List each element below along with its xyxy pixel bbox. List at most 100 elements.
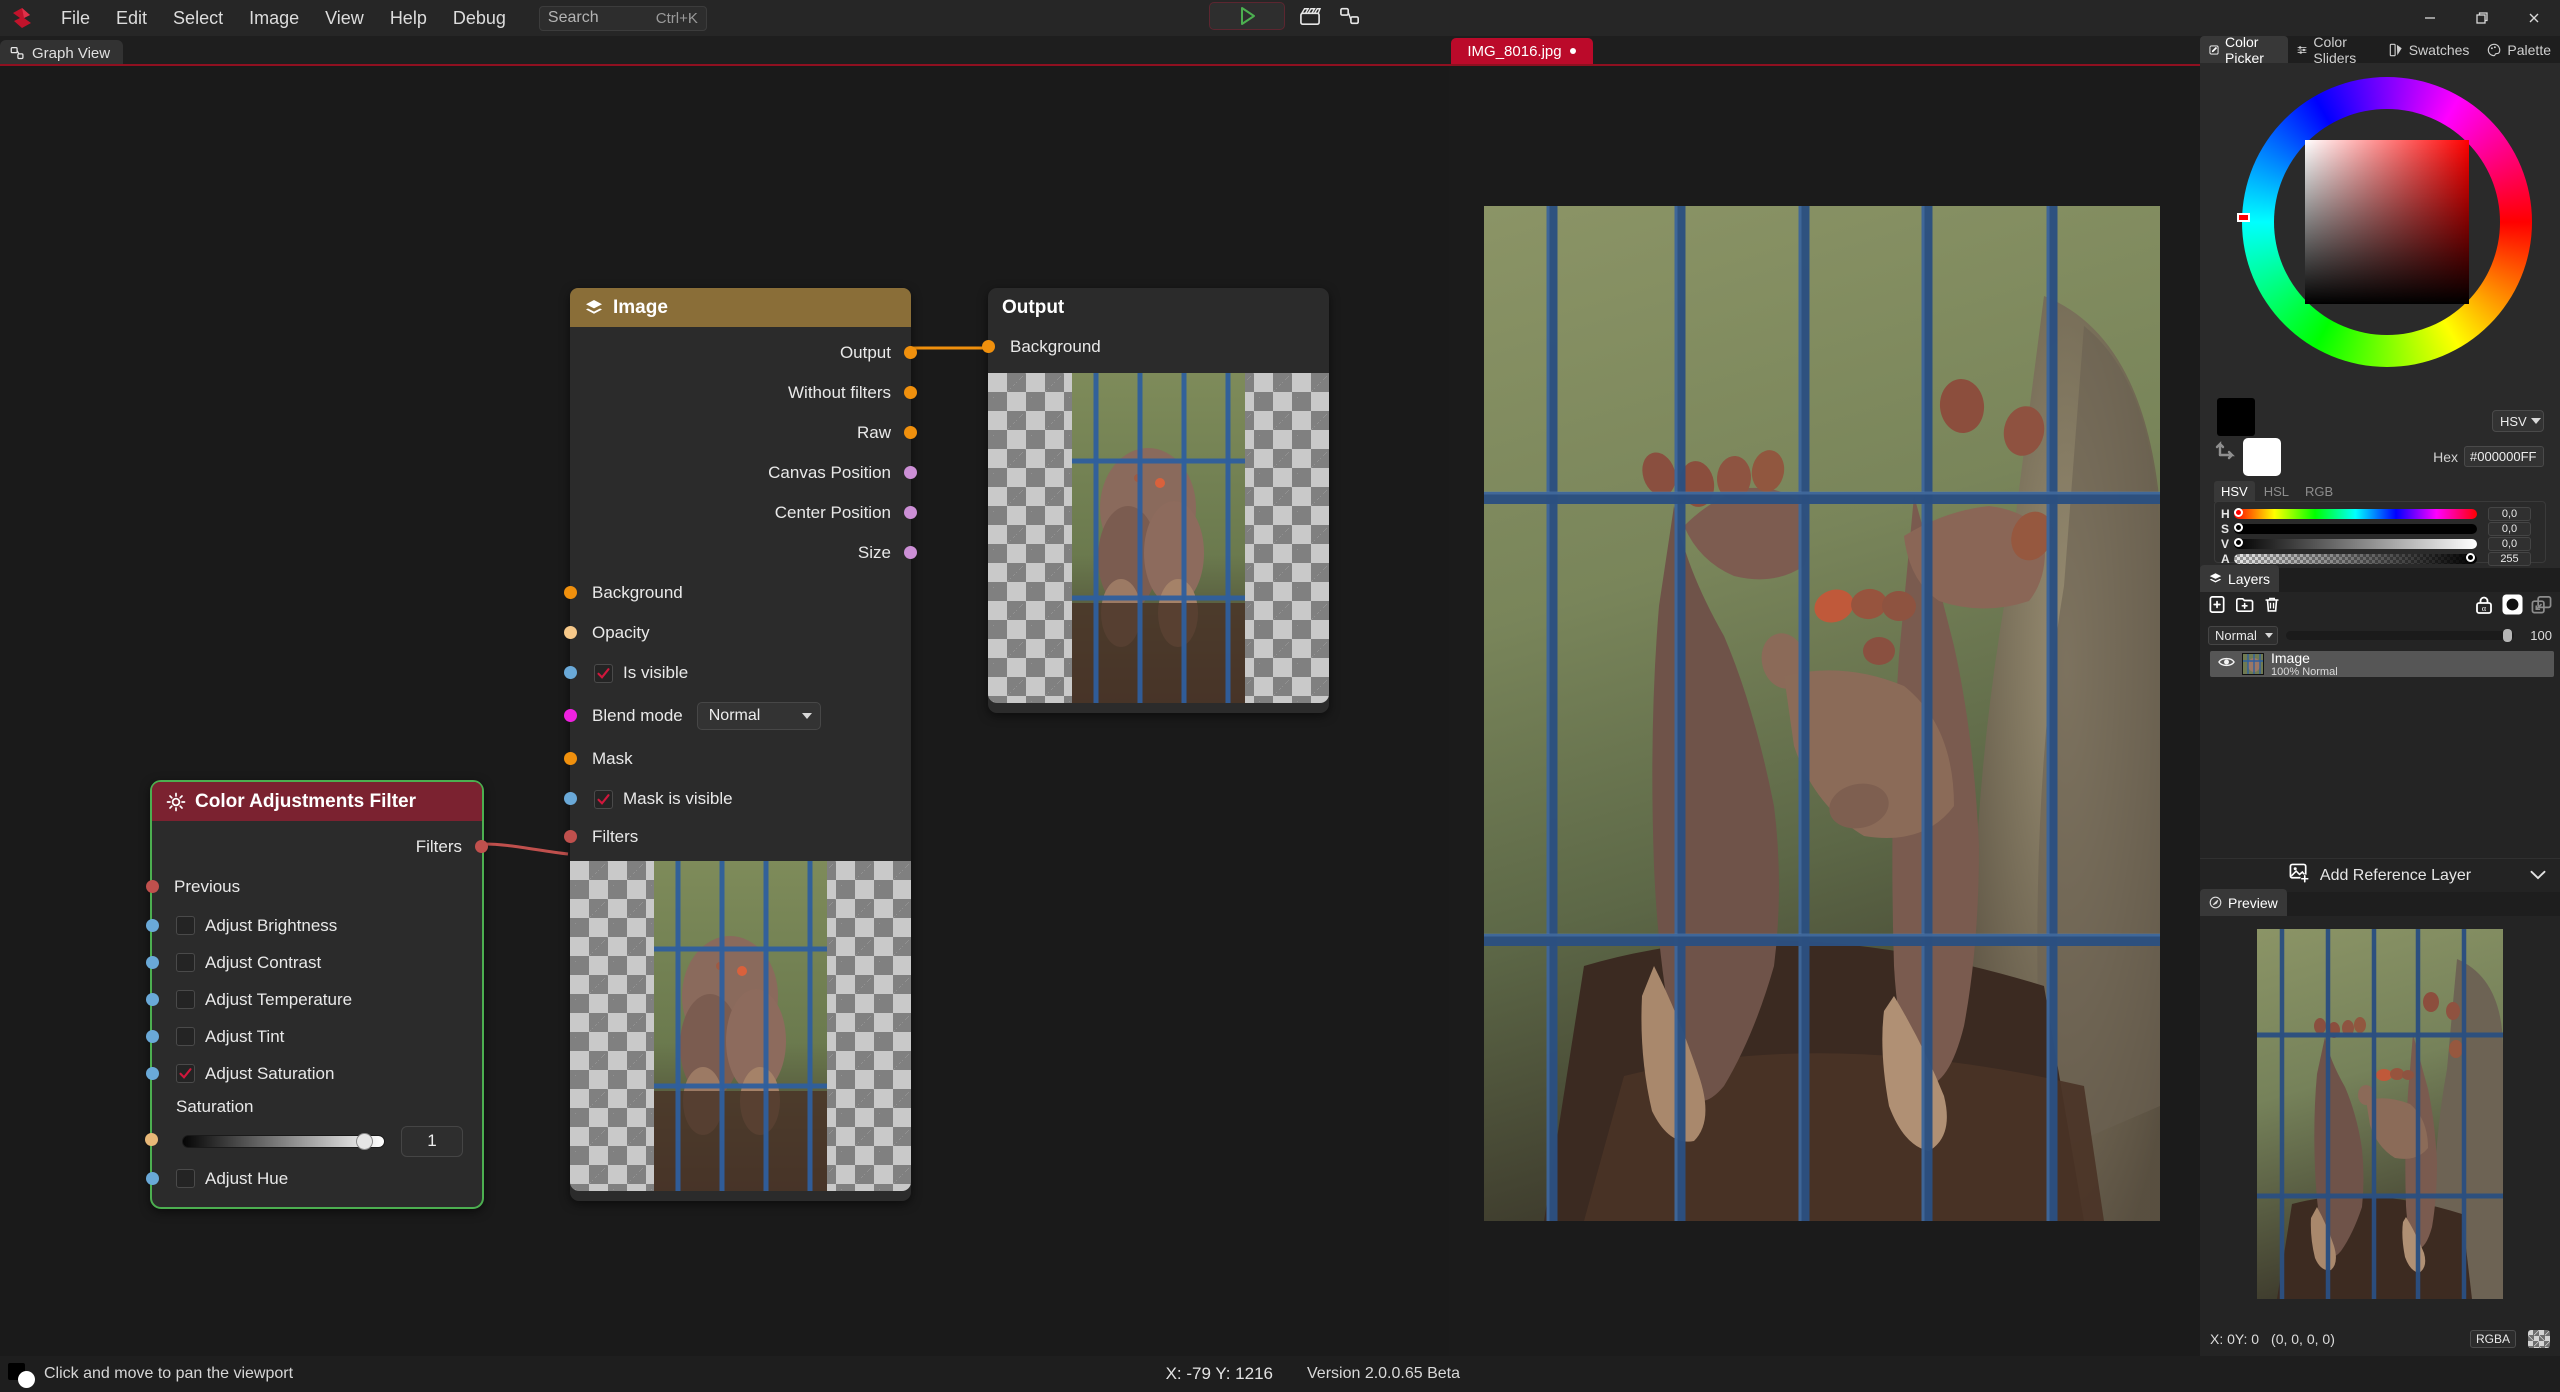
search-input[interactable]: Search Ctrl+K [538, 5, 707, 31]
status-background-swatch[interactable] [18, 1371, 35, 1388]
menu-file[interactable]: File [48, 2, 103, 35]
graph-canvas[interactable]: Color Adjustments Filter Filters Previou… [0, 66, 1449, 1356]
port-dot-canvas-position[interactable] [904, 466, 917, 479]
new-group-button[interactable] [2235, 595, 2255, 619]
tab-color-picker[interactable]: Color Picker [2200, 34, 2289, 66]
channel-row-a[interactable]: A 255 [2221, 552, 2539, 566]
checkbox-adjust-tint[interactable] [176, 1027, 195, 1046]
port-adjust-tint[interactable]: Adjust Tint [146, 1018, 482, 1055]
node-header[interactable]: Color Adjustments Filter [152, 782, 482, 821]
checkbox-adjust-temperature[interactable] [176, 990, 195, 1009]
port-dot-saturation-value[interactable] [145, 1133, 158, 1146]
port-without-filters[interactable]: Without filters [570, 373, 917, 413]
port-adjust-temperature[interactable]: Adjust Temperature [146, 981, 482, 1018]
background-color-swatch[interactable] [2243, 438, 2281, 476]
preview-colorspace[interactable]: RGBA [2469, 1330, 2516, 1348]
tab-hsv[interactable]: HSV [2214, 481, 2255, 502]
blend-mode-select[interactable]: Normal [696, 702, 821, 730]
tab-layers[interactable]: Layers [2200, 565, 2280, 592]
port-background-in[interactable]: Background [564, 573, 911, 613]
hue-slider-thumb[interactable] [2234, 508, 2243, 517]
port-filters-out[interactable]: Filters [152, 827, 488, 867]
swap-colors-icon[interactable] [2214, 435, 2240, 466]
port-adjust-contrast[interactable]: Adjust Contrast [146, 944, 482, 981]
port-dot-adjust-saturation[interactable] [146, 1067, 159, 1080]
menu-image[interactable]: Image [236, 2, 312, 35]
layer-opacity-slider[interactable] [2286, 628, 2514, 642]
port-dot-background[interactable] [564, 586, 577, 599]
add-reference-layer-bar[interactable]: Add Reference Layer [2200, 858, 2560, 892]
menu-edit[interactable]: Edit [103, 2, 160, 35]
saturation-value-input[interactable]: 1 [401, 1125, 463, 1157]
port-adjust-saturation[interactable]: Adjust Saturation [146, 1055, 482, 1092]
port-dot-output-background[interactable] [982, 340, 995, 353]
checkbox-adjust-hue[interactable] [176, 1169, 195, 1188]
port-dot-center-position[interactable] [904, 506, 917, 519]
channel-row-s[interactable]: S 0,0 [2221, 522, 2539, 536]
port-raw[interactable]: Raw [570, 413, 917, 453]
port-filters-in[interactable]: Filters [564, 819, 911, 855]
port-dot-filters-in[interactable] [564, 830, 577, 843]
node-color-adjustments-filter[interactable]: Color Adjustments Filter Filters Previou… [145, 780, 488, 1209]
port-dot-adjust-hue[interactable] [146, 1172, 159, 1185]
port-adjust-brightness[interactable]: Adjust Brightness [146, 907, 482, 944]
menu-view[interactable]: View [312, 2, 377, 35]
document-canvas-area[interactable] [1449, 66, 2200, 1356]
status-color-swatches[interactable] [0, 1356, 44, 1392]
close-button[interactable] [2508, 0, 2560, 36]
port-dot-adjust-contrast[interactable] [146, 956, 159, 969]
port-previous-in[interactable]: Previous [146, 867, 482, 907]
value-slider[interactable] [2234, 538, 2477, 549]
node-image[interactable]: Image Output Without filters Raw Canvas … [564, 288, 917, 1201]
tab-rgb[interactable]: RGB [2298, 481, 2340, 502]
layer-blend-mode-select[interactable]: Normal [2208, 625, 2278, 645]
port-dot-blend-mode[interactable] [564, 709, 577, 722]
layer-opacity-thumb[interactable] [2503, 628, 2512, 642]
channel-value-h[interactable]: 0,0 [2488, 507, 2531, 521]
port-dot-raw[interactable] [904, 426, 917, 439]
new-layer-button[interactable] [2208, 595, 2227, 619]
port-output[interactable]: Output [570, 333, 917, 373]
node-output[interactable]: Output Background [982, 288, 1329, 713]
node-graph-button[interactable] [1335, 2, 1365, 30]
port-dot-output[interactable] [904, 346, 917, 359]
tab-swatches[interactable]: Swatches [2380, 36, 2479, 63]
menu-select[interactable]: Select [160, 2, 236, 35]
checkbox-mask-is-visible[interactable] [594, 789, 613, 809]
color-model-select[interactable]: HSV [2492, 410, 2544, 432]
channel-row-h[interactable]: H 0,0 [2221, 507, 2539, 521]
port-dot-adjust-brightness[interactable] [146, 919, 159, 932]
run-button[interactable] [1209, 2, 1285, 30]
port-mask-in[interactable]: Mask [564, 739, 911, 779]
animation-button[interactable] [1295, 2, 1325, 30]
checkbox-adjust-saturation[interactable] [176, 1064, 195, 1083]
merge-button[interactable] [2531, 595, 2552, 620]
port-dot-adjust-temperature[interactable] [146, 993, 159, 1006]
port-is-visible[interactable]: Is visible [564, 653, 911, 693]
value-slider-thumb[interactable] [2234, 538, 2243, 547]
tab-preview[interactable]: Preview [2200, 889, 2287, 916]
port-mask-is-visible[interactable]: Mask is visible [564, 779, 911, 819]
port-dot-mask-is-visible[interactable] [564, 792, 577, 805]
mask-button[interactable] [2502, 594, 2523, 620]
tab-graph-view[interactable]: Graph View [0, 40, 124, 66]
port-adjust-hue[interactable]: Adjust Hue [146, 1160, 482, 1197]
delete-layer-button[interactable] [2263, 595, 2281, 619]
menu-debug[interactable]: Debug [440, 2, 519, 35]
saturation-slider-thumb[interactable] [355, 1132, 373, 1150]
alpha-slider-thumb[interactable] [2466, 553, 2475, 562]
hue-marker[interactable] [2237, 213, 2250, 222]
port-output-background[interactable]: Background [982, 327, 1329, 367]
port-dot-previous[interactable] [146, 880, 159, 893]
channel-value-s[interactable]: 0,0 [2488, 522, 2531, 536]
document-tab[interactable]: IMG_8016.jpg [1450, 38, 1593, 64]
hex-input[interactable]: #000000FF [2464, 446, 2544, 467]
channel-row-v[interactable]: V 0,0 [2221, 537, 2539, 551]
restore-button[interactable] [2456, 0, 2508, 36]
port-dot-adjust-tint[interactable] [146, 1030, 159, 1043]
port-opacity-in[interactable]: Opacity [564, 613, 911, 653]
channel-value-a[interactable]: 255 [2488, 552, 2531, 566]
document-image[interactable] [1484, 206, 2160, 1221]
saturation-slider[interactable] [182, 1132, 385, 1150]
foreground-color-swatch[interactable] [2217, 398, 2255, 436]
